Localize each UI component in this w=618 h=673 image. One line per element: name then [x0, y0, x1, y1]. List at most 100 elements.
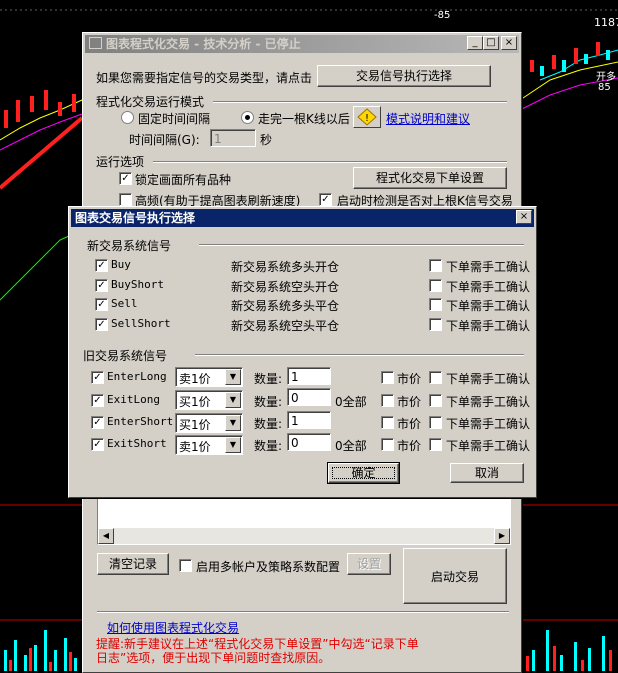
start-trade-button[interactable]: 启动交易	[403, 548, 507, 604]
market-label: 市价	[397, 372, 422, 386]
run-mode-group-label: 程式化交易运行模式	[96, 95, 205, 109]
new-signal-checkbox[interactable]: ✓	[95, 279, 108, 292]
new-signal-confirm-checkbox[interactable]	[429, 298, 442, 311]
howto-link[interactable]: 如何使用图表程式化交易	[107, 619, 239, 636]
price-select[interactable]: 买1价 ▼	[175, 390, 243, 410]
bottom-divider	[97, 611, 509, 613]
chevron-down-icon[interactable]: ▼	[225, 437, 241, 453]
old-signals-group-label: 旧交易系统信号	[83, 349, 168, 363]
chevron-down-icon[interactable]: ▼	[225, 415, 241, 431]
old-signals-divider	[195, 354, 524, 356]
new-signal-confirm-label: 下单需手工确认	[446, 280, 531, 294]
dialog-titlebar[interactable]: 图表交易信号执行选择	[71, 209, 534, 227]
run-options-group-label: 运行选项	[96, 155, 145, 169]
warning-icon[interactable]: !	[353, 106, 381, 128]
clear-log-button[interactable]: 清空记录	[97, 553, 169, 575]
dialog-close-icon[interactable]: ×	[516, 210, 532, 224]
price-select[interactable]: 买1价 ▼	[175, 413, 243, 433]
old-signal-checkbox[interactable]: ✓	[91, 394, 104, 407]
new-signal-confirm-checkbox[interactable]	[429, 318, 442, 331]
multi-account-checkbox[interactable]	[179, 559, 192, 572]
interval-input[interactable]: 1	[210, 129, 256, 147]
market-checkbox[interactable]	[381, 416, 394, 429]
qty-input[interactable]: 1	[287, 411, 331, 429]
interval-unit: 秒	[260, 133, 273, 147]
price-select[interactable]: 卖1价 ▼	[175, 367, 243, 387]
new-signal-confirm-checkbox[interactable]	[429, 279, 442, 292]
order-settings-button[interactable]: 程式化交易下单设置	[353, 167, 507, 189]
old-signal-checkbox[interactable]: ✓	[91, 416, 104, 429]
close-icon[interactable]: ×	[501, 36, 517, 50]
signal-select-button[interactable]: 交易信号执行选择	[317, 65, 491, 87]
mode-help-link[interactable]: 模式说明和建议	[386, 110, 470, 127]
chart-top-number: -85	[434, 10, 451, 21]
qty-label: 数量:	[254, 395, 283, 409]
main-window-titlebar[interactable]: 图表程式化交易 - 技术分析 - 已停止	[85, 35, 519, 53]
ok-button[interactable]: 确定	[327, 462, 400, 484]
market-label: 市价	[397, 395, 422, 409]
new-signal-name: Buy	[111, 258, 131, 271]
old-signal-confirm-checkbox[interactable]	[429, 371, 442, 384]
radio-after-bar[interactable]	[241, 111, 254, 124]
new-signal-checkbox[interactable]: ✓	[95, 318, 108, 331]
tip-text: 提醒:新手建议在上述“程式化交易下单设置”中勾选“记录下单日志”选项，便于出现下…	[96, 637, 419, 665]
old-signal-confirm-label: 下单需手工确认	[446, 395, 531, 409]
old-signal-name: ExitShort	[107, 437, 167, 450]
new-signal-confirm-checkbox[interactable]	[429, 259, 442, 272]
scroll-right-icon[interactable]: ▶	[494, 528, 510, 544]
cancel-button[interactable]: 取消	[450, 463, 524, 483]
radio-fixed-interval[interactable]	[121, 111, 134, 124]
qty-input[interactable]: 0	[287, 433, 331, 451]
scroll-left-icon[interactable]: ◀	[98, 528, 114, 544]
market-label: 市价	[397, 417, 422, 431]
new-signal-desc: 新交易系统空头平仓	[231, 319, 340, 333]
minimize-icon[interactable]: _	[467, 36, 483, 50]
old-signal-checkbox[interactable]: ✓	[91, 371, 104, 384]
qty-label: 数量:	[254, 372, 283, 386]
old-signal-confirm-checkbox[interactable]	[429, 438, 442, 451]
old-signal-name: ExitLong	[107, 393, 160, 406]
new-signal-checkbox[interactable]: ✓	[95, 259, 108, 272]
lock-all-checkbox[interactable]: ✓	[119, 172, 132, 185]
maximize-icon[interactable]: □	[483, 36, 499, 50]
old-signal-name: EnterShort	[107, 415, 174, 428]
chart-right-number-top: 1187	[594, 16, 618, 29]
high-freq-checkbox[interactable]	[119, 193, 132, 206]
old-signal-checkbox[interactable]: ✓	[91, 438, 104, 451]
chevron-down-icon[interactable]: ▼	[225, 369, 241, 385]
old-signal-confirm-checkbox[interactable]	[429, 416, 442, 429]
chart-right-number-mid: 85	[598, 82, 611, 93]
qty-input[interactable]: 0	[287, 388, 331, 406]
qty-input[interactable]: 1	[287, 367, 331, 385]
price-select[interactable]: 卖1价 ▼	[175, 435, 243, 455]
market-label: 市价	[397, 439, 422, 453]
old-signal-confirm-label: 下单需手工确认	[446, 439, 531, 453]
chevron-down-icon[interactable]: ▼	[225, 392, 241, 408]
price-select-value: 买1价	[179, 418, 211, 432]
price-select-value: 卖1价	[179, 440, 211, 454]
old-signal-name: EnterLong	[107, 370, 167, 383]
market-checkbox[interactable]	[381, 438, 394, 451]
new-signals-divider	[199, 244, 524, 246]
old-signal-confirm-checkbox[interactable]	[429, 394, 442, 407]
new-signal-name: Sell	[111, 297, 138, 310]
new-signal-confirm-label: 下单需手工确认	[446, 260, 531, 274]
price-select-value: 买1价	[179, 395, 211, 409]
new-signal-name: BuyShort	[111, 278, 164, 291]
radio-after-bar-label: 走完一根K线以后	[258, 112, 350, 126]
new-signal-name: SellShort	[111, 317, 171, 330]
market-checkbox[interactable]	[381, 371, 394, 384]
new-signal-checkbox[interactable]: ✓	[95, 298, 108, 311]
check-prev-signal-checkbox[interactable]: ✓	[319, 193, 332, 206]
lock-all-label: 锁定画面所有品种	[135, 173, 232, 187]
focus-ring	[332, 467, 395, 479]
run-mode-divider	[213, 101, 507, 103]
settings-button[interactable]: 设置	[347, 553, 391, 575]
intro-text: 如果您需要指定信号的交易类型，请点击	[96, 71, 313, 85]
new-signal-confirm-label: 下单需手工确认	[446, 319, 531, 333]
radio-fixed-interval-label: 固定时间间隔	[138, 112, 211, 126]
svg-text:!: !	[365, 113, 369, 124]
qty-label: 数量:	[254, 417, 283, 431]
market-checkbox[interactable]	[381, 394, 394, 407]
log-horizontal-scrollbar[interactable]: ◀ ▶	[98, 528, 510, 544]
